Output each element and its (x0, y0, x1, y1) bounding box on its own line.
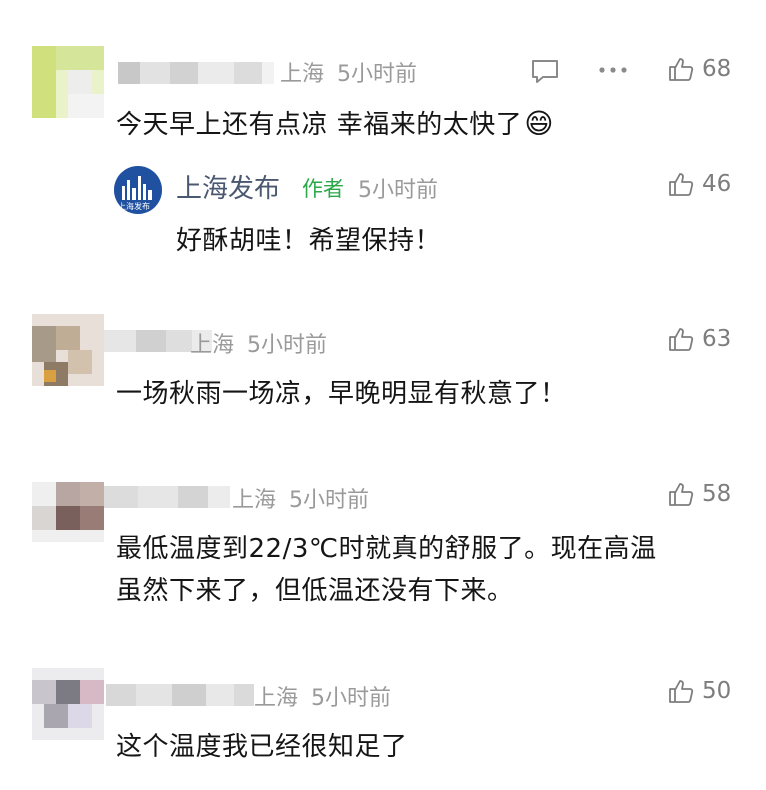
comment-text-line: 最低温度到22/3℃时就真的舒服了。现在高温 (116, 534, 657, 564)
avatar[interactable] (32, 46, 104, 118)
reply-user-name[interactable]: 上海发布 (176, 168, 280, 205)
like-count: 63 (702, 326, 732, 352)
avatar[interactable] (32, 314, 104, 386)
timestamp: 5小时前 (358, 178, 438, 203)
comment-text: 一场秋雨一场凉，早晚明显有秋意了！ (116, 379, 567, 409)
thumbs-up-icon (669, 483, 694, 506)
like-button[interactable]: 68 (668, 56, 731, 82)
timestamp: 5小时前 (247, 333, 328, 358)
like-button[interactable]: 58 (668, 481, 731, 507)
location: 上海 (190, 333, 235, 358)
avatar[interactable] (32, 668, 104, 740)
like-count: 50 (702, 678, 732, 704)
thumbs-up-icon (669, 173, 694, 196)
comment-text-line: 虽然下来了，但低温还没有下来。 (116, 576, 514, 606)
comment-icon[interactable] (530, 58, 560, 90)
location: 上海 (254, 686, 299, 711)
location: 上海 (232, 488, 277, 513)
grinning-emoji-icon: 😄 (524, 107, 554, 140)
timestamp: 5小时前 (289, 488, 370, 513)
like-button[interactable]: 63 (668, 326, 731, 352)
reply-text: 好酥胡哇！希望保持！ (176, 226, 442, 256)
comment-text: 这个温度我已经很知足了 (116, 732, 408, 762)
user-name-blurred[interactable] (104, 482, 230, 512)
like-button[interactable]: 50 (668, 678, 731, 704)
user-name-blurred[interactable] (118, 58, 274, 88)
like-count: 68 (702, 56, 732, 82)
thumbs-up-icon (669, 58, 694, 81)
timestamp: 5小时前 (337, 62, 418, 87)
timestamp: 5小时前 (311, 686, 392, 711)
location: 上海 (280, 62, 325, 87)
user-name-blurred[interactable] (106, 680, 254, 710)
like-button[interactable]: 46 (668, 171, 731, 197)
comment-meta: 上海 5小时前 (190, 327, 327, 359)
like-count: 46 (702, 171, 732, 197)
thumbs-up-icon (669, 680, 694, 703)
avatar[interactable] (32, 470, 104, 542)
comment-meta: 上海 5小时前 (254, 680, 391, 712)
avatar-label: 上海发布 (118, 202, 150, 211)
comment-meta: 上海 5小时前 (280, 56, 417, 88)
author-badge: 作者 (302, 177, 344, 201)
comment-text: 今天早上还有点凉 幸福来的太快了😄 (116, 107, 554, 140)
like-count: 58 (702, 481, 732, 507)
thumbs-up-icon (669, 328, 694, 351)
comment-meta: 上海 5小时前 (232, 482, 369, 514)
avatar[interactable]: 上海发布 (114, 166, 162, 214)
more-icon[interactable] (598, 58, 628, 86)
